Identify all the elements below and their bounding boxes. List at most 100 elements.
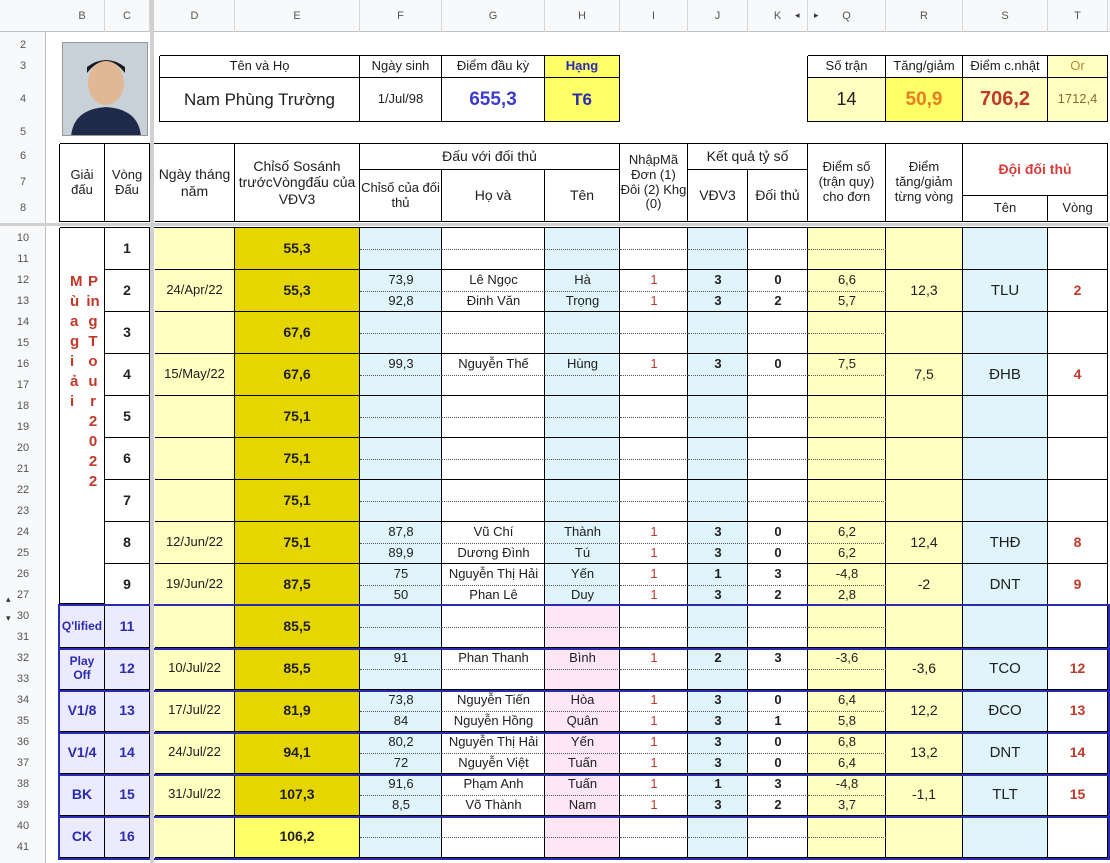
row-header-23[interactable]: 23 (0, 505, 46, 517)
row-header-38[interactable]: 38 (0, 778, 46, 790)
row-header-26[interactable]: 26 (0, 568, 46, 580)
opp-ho: Nguyễn Thị Hải (448, 566, 539, 581)
row-divider (545, 249, 620, 250)
index-before: 55,3 (235, 228, 360, 270)
column-header-e[interactable]: E (235, 0, 360, 32)
column-header-d[interactable]: D (155, 0, 235, 32)
row-header-7[interactable]: 7 (0, 176, 46, 188)
vdv3-score: 1 (714, 566, 722, 581)
column-header-t[interactable]: T (1048, 0, 1108, 32)
row-divider (442, 375, 545, 376)
team-name (963, 480, 1048, 522)
row-header-15[interactable]: 15 (0, 337, 46, 349)
column-header-i[interactable]: I (620, 0, 688, 32)
team-name (963, 396, 1048, 438)
row-header-25[interactable]: 25 (0, 547, 46, 559)
opp-ten: Hà (574, 272, 591, 287)
row-header-19[interactable]: 19 (0, 421, 46, 433)
row-header-22[interactable]: 22 (0, 484, 46, 496)
vdv3-score: 3 (714, 524, 722, 539)
header-date: Ngày tháng năm (155, 144, 235, 222)
entry-code: 1 (650, 545, 658, 560)
or-header: Or (1048, 56, 1108, 78)
tournament-label-cell: Mùa giải PingTour 2022 (60, 228, 105, 604)
round-number: 2 (105, 270, 150, 312)
row-header-40[interactable]: 40 (0, 820, 46, 832)
row-header-16[interactable]: 16 (0, 358, 46, 370)
row-header-13[interactable]: 13 (0, 295, 46, 307)
body-left-border (59, 228, 60, 604)
row-header-39[interactable]: 39 (0, 799, 46, 811)
opp-score: 0 (774, 356, 782, 371)
freeze-divider-vertical[interactable] (150, 0, 154, 863)
column-header-f[interactable]: F (360, 0, 442, 32)
row-header-18[interactable]: 18 (0, 400, 46, 412)
team-name (963, 438, 1048, 480)
header-score: Điểm số (trận quy) cho đơn (808, 144, 886, 222)
row-header-32[interactable]: 32 (0, 652, 46, 664)
name-header: Tên và Họ (160, 56, 360, 78)
team-name (963, 312, 1048, 354)
opp-ten: Yến (570, 566, 595, 581)
column-header-h[interactable]: H (545, 0, 620, 32)
row-header-8[interactable]: 8 (0, 202, 46, 214)
row-divider (808, 501, 886, 502)
column-header-c[interactable]: C (105, 0, 150, 32)
tournament-label: Mùa giải (70, 273, 83, 410)
collapse-rows-icon[interactable]: ▴ (6, 594, 11, 605)
row-header-24[interactable]: 24 (0, 526, 46, 538)
team-round (1048, 312, 1108, 354)
row-header-14[interactable]: 14 (0, 316, 46, 328)
row-header-3[interactable]: 3 (0, 60, 46, 72)
row-header-34[interactable]: 34 (0, 694, 46, 706)
header-index-before: Chỉsố Sosánh trướcVòngđấu của VĐV3 (235, 144, 360, 222)
row-header-37[interactable]: 37 (0, 757, 46, 769)
row-header-41[interactable]: 41 (0, 841, 46, 853)
row-header-35[interactable]: 35 (0, 715, 46, 727)
column-header-j[interactable]: J (688, 0, 748, 32)
row-header-36[interactable]: 36 (0, 736, 46, 748)
row-header-21[interactable]: 21 (0, 463, 46, 475)
row-header-17[interactable]: 17 (0, 379, 46, 391)
team-name: TLU (963, 270, 1048, 312)
row-header-31[interactable]: 31 (0, 631, 46, 643)
header-opp-score: Đối thủ (748, 170, 808, 222)
column-header-s[interactable]: S (963, 0, 1048, 32)
row-header-12[interactable]: 12 (0, 274, 46, 286)
round-number: 4 (105, 354, 150, 396)
freeze-divider-horizontal[interactable] (0, 223, 1110, 226)
row-header-11[interactable]: 11 (0, 253, 46, 265)
column-header-q[interactable]: Q (808, 0, 886, 32)
row-header-bar: 2 3 4 5 6 7 8 10 11 12 13 14 15 16 17 18 19 20 21 22 23 24 25 2… (0, 32, 46, 863)
row-divider (360, 459, 442, 460)
row-divider (545, 459, 620, 460)
expand-right-icon[interactable]: ▸ (814, 10, 819, 21)
collapse-left-icon[interactable]: ◂ (795, 10, 800, 21)
row-divider (620, 375, 688, 376)
row-header-6[interactable]: 6 (0, 150, 46, 162)
row-divider (620, 249, 688, 250)
header-left-border (59, 144, 60, 222)
team-round (1048, 396, 1108, 438)
row-header-10[interactable]: 10 (0, 232, 46, 244)
change-header: Tăng/giảm (886, 56, 963, 78)
opp-index: 73,9 (388, 272, 414, 287)
expand-rows-icon[interactable]: ▾ (6, 613, 11, 624)
index-before: 75,1 (235, 522, 360, 564)
header-result-group: Kết quả tỷ số (688, 144, 808, 170)
column-header-b[interactable]: B (60, 0, 105, 32)
row-header-20[interactable]: 20 (0, 442, 46, 454)
opp-index: 92,8 (388, 293, 414, 308)
row-divider (545, 501, 620, 502)
opp-index: 89,9 (388, 545, 414, 560)
column-header-r[interactable]: R (886, 0, 963, 32)
row-header-5[interactable]: 5 (0, 126, 46, 138)
row-header-4[interactable]: 4 (0, 93, 46, 105)
round-number: 5 (105, 396, 150, 438)
entry-code: 1 (650, 272, 658, 287)
row-header-2[interactable]: 2 (0, 39, 46, 51)
team-round: 8 (1048, 522, 1108, 564)
row-divider (808, 375, 886, 376)
row-header-33[interactable]: 33 (0, 673, 46, 685)
column-header-g[interactable]: G (442, 0, 545, 32)
